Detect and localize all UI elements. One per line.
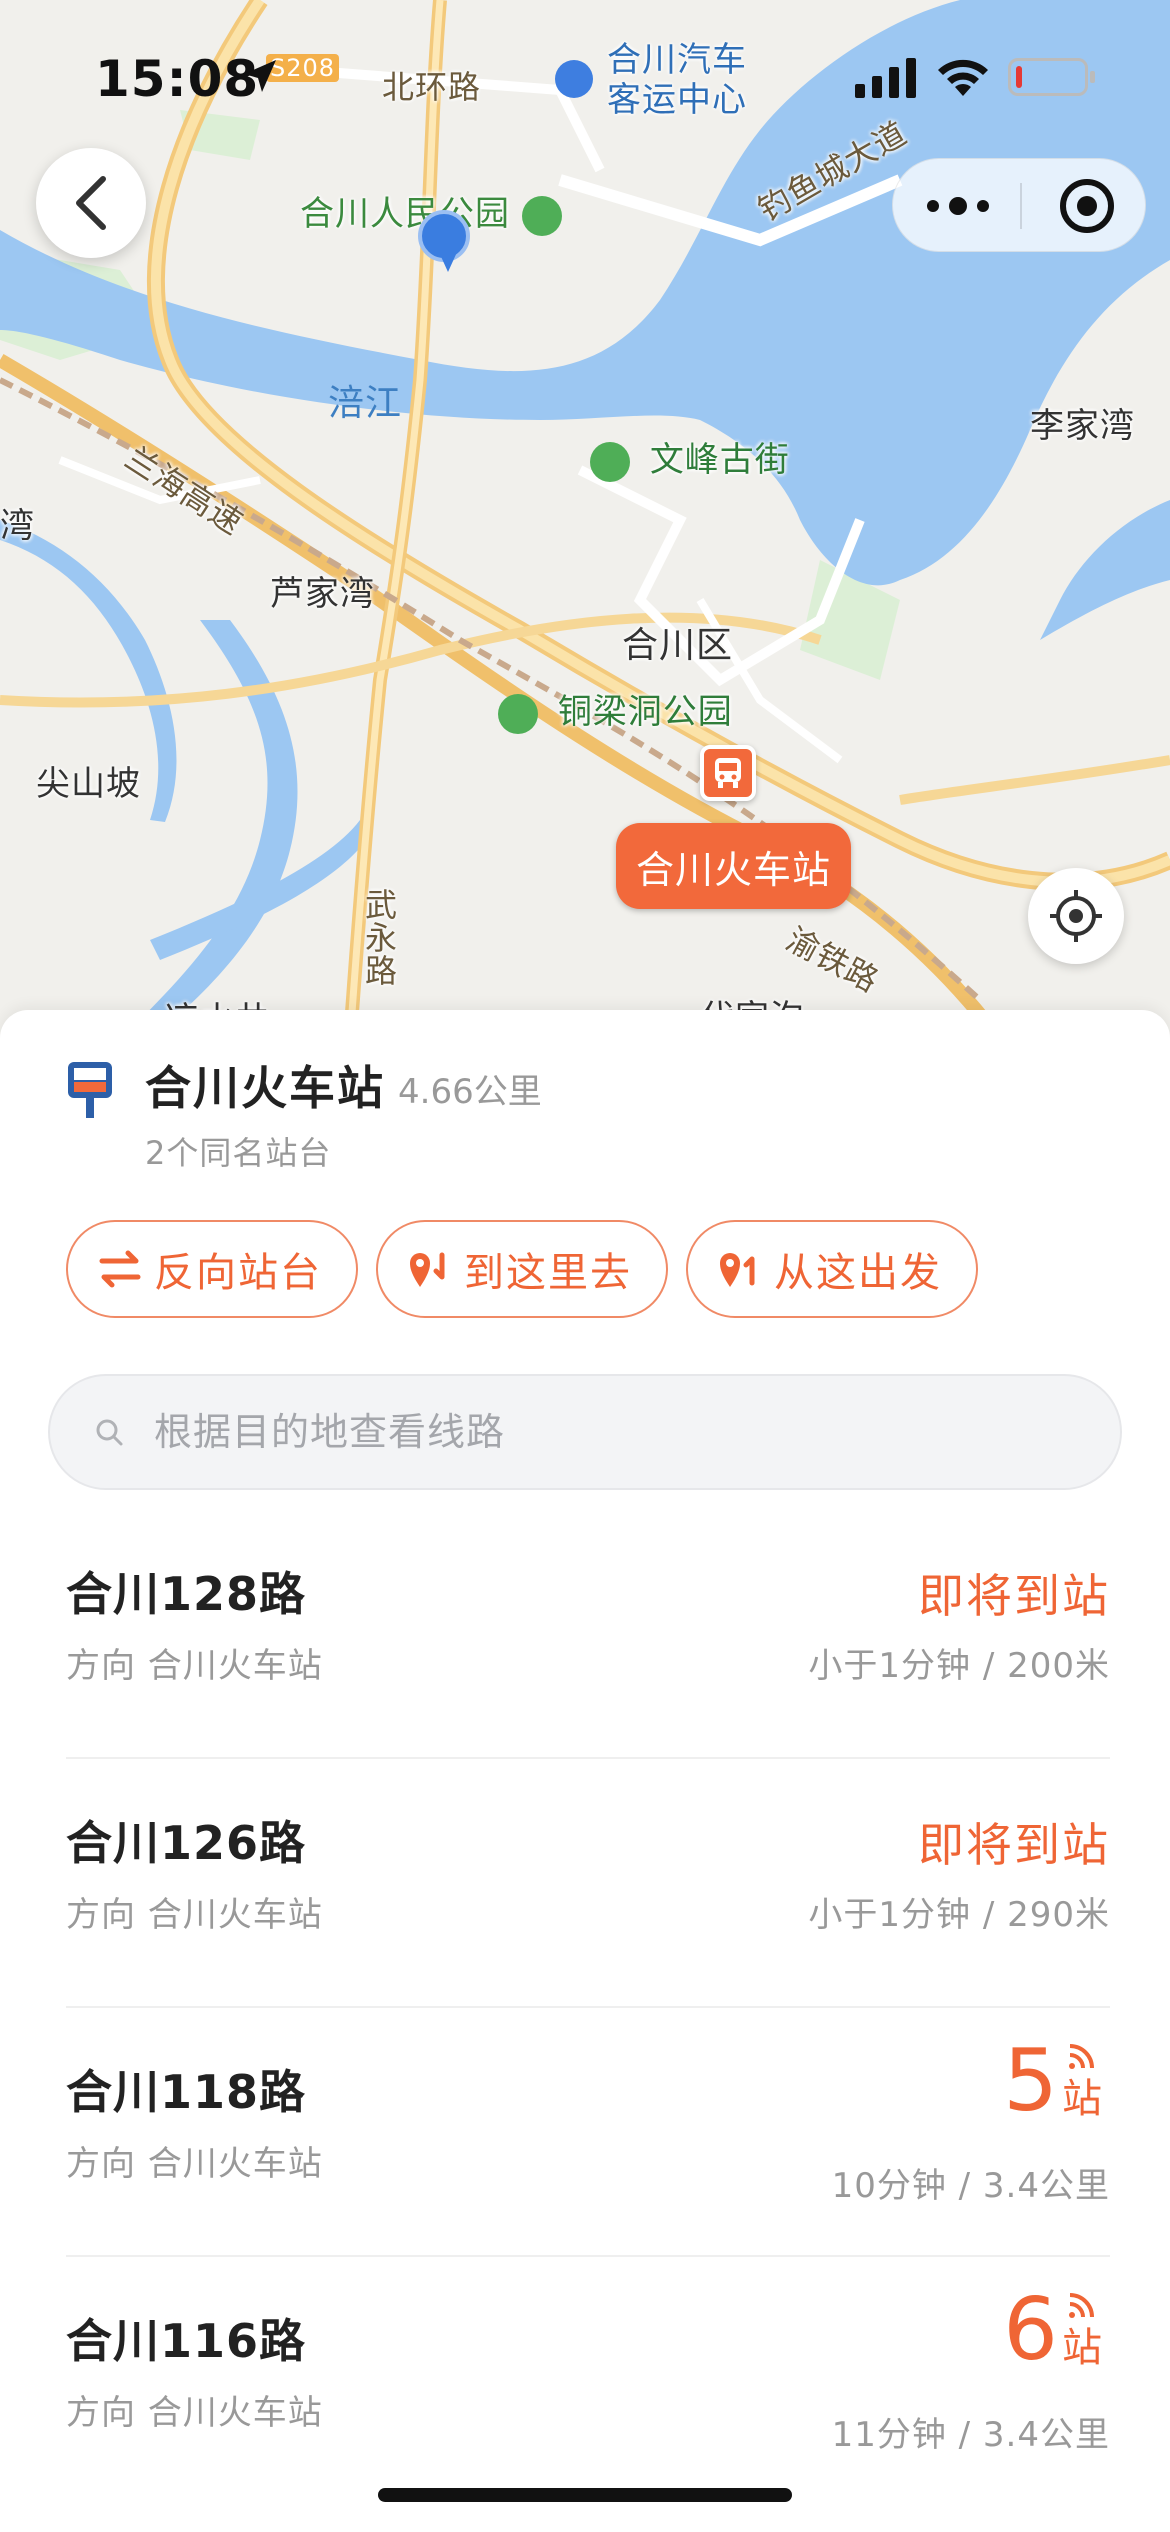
cellular-signal-icon <box>855 58 916 98</box>
route-name: 合川118路 <box>66 2065 307 2119</box>
camera-icon <box>590 441 630 482</box>
chevron-left-icon <box>76 176 106 230</box>
mini-program-capsule <box>892 158 1146 252</box>
destination-search-bar[interactable] <box>48 1374 1122 1490</box>
route-direction: 方向 合川火车站 <box>66 1646 323 1686</box>
route-from-icon <box>718 1247 762 1291</box>
capsule-divider <box>1020 183 1022 229</box>
locate-icon <box>1050 890 1102 942</box>
park-icon <box>498 693 538 734</box>
route-item[interactable]: 合川118路 方向 合川火车站 5 站 10分钟 / 3.4公里 <box>66 2008 1110 2257</box>
status-bar: 15:08 <box>0 0 1170 150</box>
map-label-hechuan-district: 合川区 <box>622 625 734 666</box>
start-here-button[interactable]: 从这出发 <box>686 1220 978 1318</box>
wifi-icon <box>938 59 988 96</box>
stops-count: 6 <box>1003 2280 1058 2380</box>
route-direction: 方向 合川火车站 <box>66 2144 323 2184</box>
station-title: 合川火车站 <box>145 1061 385 1115</box>
station-callout[interactable]: 合川火车站 <box>616 823 852 909</box>
map-label-wan: 湾 <box>0 506 35 546</box>
arrival-eta: 10分钟 / 3.4公里 <box>831 2166 1110 2206</box>
arrival-eta: 11分钟 / 3.4公里 <box>831 2415 1110 2455</box>
target-icon[interactable] <box>1058 177 1116 235</box>
route-to-icon <box>408 1247 452 1291</box>
start-here-label: 从这出发 <box>774 1250 942 1296</box>
station-actions: 反向站台 到这里去 从这出发 <box>66 1220 978 1318</box>
stops-away: 6 站 <box>1003 2287 1110 2373</box>
go-here-label: 到这里去 <box>464 1250 632 1296</box>
back-button[interactable] <box>36 148 146 258</box>
people-park-label: 合川人民公园 <box>300 194 510 234</box>
station-distance: 4.66公里 <box>398 1072 542 1112</box>
route-item[interactable]: 合川128路 方向 合川火车站 即将到站 小于1分钟 / 200米 <box>66 1510 1110 1759</box>
stops-unit: 站 <box>1062 2076 1102 2122</box>
battery-icon <box>1008 58 1095 96</box>
wenfeng-street-label: 文峰古街 <box>649 440 790 480</box>
bus-stop-sign-icon <box>68 1062 112 1118</box>
route-item[interactable]: 合川116路 方向 合川火车站 6 站 11分钟 / 3.4公里 <box>66 2257 1110 2506</box>
tongliangdong-park-label: 铜梁洞公园 <box>557 692 733 732</box>
park-icon <box>521 195 562 236</box>
route-item[interactable]: 合川126路 方向 合川火车站 即将到站 小于1分钟 / 290米 <box>66 1759 1110 2008</box>
map-view[interactable]: S208 北环路 合川汽车 客运中心 合川人民公园 钓鱼城大道 涪江 李家湾 文… <box>0 0 1170 1040</box>
stops-away: 5 站 <box>1003 2038 1110 2124</box>
home-indicator[interactable] <box>378 2488 792 2502</box>
map-poi-tongliangdong-park[interactable]: 铜梁洞公园 <box>498 684 733 734</box>
swap-arrows-icon <box>98 1249 142 1289</box>
heading-arrow-icon <box>438 250 458 272</box>
location-arrow-icon <box>244 60 276 92</box>
map-poi-wenfeng-street[interactable]: 文峰古街 <box>590 432 790 482</box>
route-list: 合川128路 方向 合川火车站 即将到站 小于1分钟 / 200米 合川126路… <box>66 1510 1110 2506</box>
route-name: 合川116路 <box>66 2314 307 2368</box>
arrival-status: 即将到站 <box>918 1569 1110 1623</box>
bus-icon <box>715 758 741 788</box>
map-label-li-jia-wan: 李家湾 <box>1030 406 1135 446</box>
bus-station-pin[interactable] <box>700 745 756 801</box>
station-platform-count: 2个同名站台 <box>145 1134 332 1172</box>
reverse-platform-button[interactable]: 反向站台 <box>66 1220 358 1318</box>
go-here-button[interactable]: 到这里去 <box>376 1220 668 1318</box>
map-label-fu-river: 涪江 <box>328 383 403 424</box>
search-icon <box>94 1417 124 1447</box>
route-name: 合川128路 <box>66 1567 307 1621</box>
arrival-eta: 小于1分钟 / 290米 <box>808 1895 1110 1935</box>
locate-button[interactable] <box>1028 868 1124 964</box>
stops-count: 5 <box>1003 2031 1058 2131</box>
arrival-eta: 小于1分钟 / 200米 <box>808 1646 1110 1686</box>
route-direction: 方向 合川火车站 <box>66 1895 323 1935</box>
stops-unit: 站 <box>1062 2325 1102 2371</box>
status-time: 15:08 <box>95 50 260 108</box>
reverse-platform-label: 反向站台 <box>154 1250 322 1296</box>
route-direction: 方向 合川火车站 <box>66 2393 323 2433</box>
map-base-layer <box>0 0 1170 1040</box>
arrival-status: 即将到站 <box>918 1818 1110 1872</box>
destination-search-input[interactable] <box>154 1410 1054 1454</box>
station-detail-panel: 合川火车站 4.66公里 2个同名站台 反向站台 到这里去 从这出发 根据目的地… <box>0 1010 1170 2532</box>
route-name: 合川126路 <box>66 1816 307 1870</box>
map-label-jian-shan-po: 尖山坡 <box>36 764 141 804</box>
more-dots-icon[interactable] <box>923 189 993 223</box>
map-label-wuyong-road: 武永路 <box>360 888 398 987</box>
map-label-lu-jia-wan: 芦家湾 <box>270 574 375 614</box>
